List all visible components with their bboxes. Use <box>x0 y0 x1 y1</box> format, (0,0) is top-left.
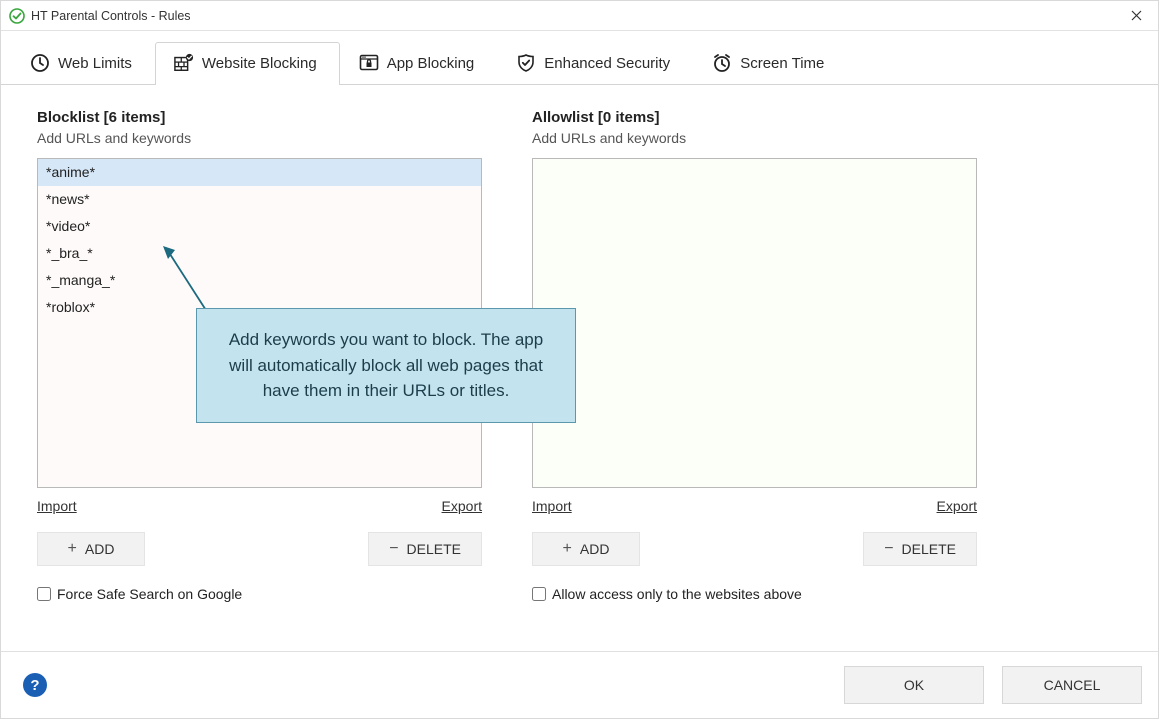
tab-label: Enhanced Security <box>544 55 670 72</box>
close-button[interactable] <box>1122 2 1150 30</box>
tab-website-blocking[interactable]: Website Blocking <box>155 42 340 85</box>
list-item[interactable]: *anime* <box>38 159 481 186</box>
button-label: ADD <box>85 541 115 557</box>
checkbox-label: Force Safe Search on Google <box>57 586 242 602</box>
footer: ? OK CANCEL <box>1 651 1158 718</box>
cancel-button[interactable]: CANCEL <box>1002 666 1142 704</box>
alarm-clock-icon <box>712 53 732 73</box>
shield-check-icon <box>516 53 536 73</box>
allowlist-sub: Add URLs and keywords <box>532 130 977 146</box>
help-button[interactable]: ? <box>23 673 47 697</box>
tab-label: App Blocking <box>387 55 475 72</box>
tab-label: Web Limits <box>58 55 132 72</box>
allowlist-delete-button[interactable]: −DELETE <box>863 532 977 566</box>
titlebar: HT Parental Controls - Rules <box>1 1 1158 31</box>
button-label: DELETE <box>407 541 461 557</box>
list-item[interactable]: *_bra_* <box>38 240 481 267</box>
blocklist-title: Blocklist [6 items] <box>37 109 482 126</box>
tab-web-limits[interactable]: Web Limits <box>11 42 155 85</box>
button-label: DELETE <box>902 541 956 557</box>
blocklist-export-link[interactable]: Export <box>442 498 482 514</box>
tab-label: Screen Time <box>740 55 824 72</box>
window-title: HT Parental Controls - Rules <box>31 9 191 23</box>
blocklist-sub: Add URLs and keywords <box>37 130 482 146</box>
list-item[interactable]: *news* <box>38 186 481 213</box>
app-lock-icon <box>359 53 379 73</box>
minus-icon: − <box>389 541 398 557</box>
allowlist-title: Allowlist [0 items] <box>532 109 977 126</box>
force-safe-search-checkbox[interactable] <box>37 587 51 601</box>
blocklist-add-button[interactable]: + ADD <box>37 532 145 566</box>
list-item[interactable]: *video* <box>38 213 481 240</box>
allowlist-add-button[interactable]: + ADD <box>532 532 640 566</box>
allowlist-listbox[interactable] <box>532 158 977 488</box>
tab-label: Website Blocking <box>202 55 317 72</box>
only-allowlist-row[interactable]: Allow access only to the websites above <box>532 586 977 602</box>
checkbox-label: Allow access only to the websites above <box>552 586 802 602</box>
blocklist-delete-button[interactable]: −DELETE <box>368 532 482 566</box>
list-item[interactable]: *_manga_* <box>38 267 481 294</box>
tab-app-blocking[interactable]: App Blocking <box>340 42 498 85</box>
plus-icon: + <box>68 541 77 557</box>
only-allowlist-checkbox[interactable] <box>532 587 546 601</box>
force-safe-search-row[interactable]: Force Safe Search on Google <box>37 586 482 602</box>
allowlist-export-link[interactable]: Export <box>937 498 977 514</box>
tab-screen-time[interactable]: Screen Time <box>693 42 847 85</box>
allowlist-panel: Allowlist [0 items] Add URLs and keyword… <box>532 109 977 641</box>
blocklist-import-link[interactable]: Import <box>37 498 77 514</box>
tabs-bar: Web Limits Website Blocking App Blocking… <box>1 31 1158 85</box>
clock-icon <box>30 53 50 73</box>
allowlist-import-link[interactable]: Import <box>532 498 572 514</box>
tab-enhanced-security[interactable]: Enhanced Security <box>497 42 693 85</box>
app-icon <box>9 8 25 24</box>
minus-icon: − <box>884 541 893 557</box>
button-label: ADD <box>580 541 610 557</box>
tooltip-box: Add keywords you want to block. The app … <box>196 308 576 423</box>
wall-check-icon <box>174 53 194 73</box>
ok-button[interactable]: OK <box>844 666 984 704</box>
plus-icon: + <box>563 541 572 557</box>
